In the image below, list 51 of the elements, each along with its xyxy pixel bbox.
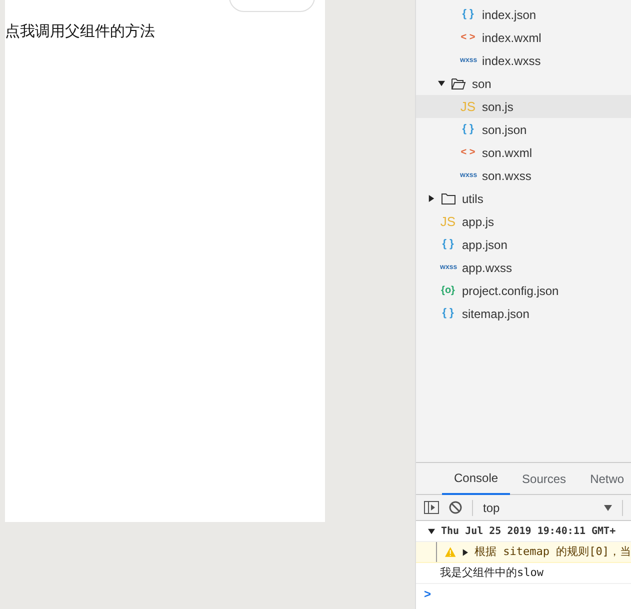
file-name: son.wxss (482, 168, 532, 184)
file-name: son.json (482, 122, 527, 138)
console-prompt[interactable]: > (424, 585, 432, 603)
folder-name: son (472, 76, 492, 92)
braces-icon: { } (440, 239, 456, 250)
log-timestamp: Thu Jul 25 2019 19:40:11 GMT+ (441, 524, 616, 538)
js-file-icon: JS (460, 100, 476, 113)
file-row[interactable]: JS son.js (416, 95, 631, 118)
config-file-icon: {o} (440, 286, 456, 296)
file-row[interactable]: {o} project.config.json (416, 279, 631, 302)
file-name: app.json (462, 236, 508, 254)
file-row[interactable]: { } sitemap.json (416, 302, 631, 325)
file-row[interactable]: JS app.js (416, 210, 631, 233)
file-name: index.wxml (482, 30, 542, 46)
open-folder-icon (451, 78, 466, 90)
file-name: son.wxml (482, 144, 532, 162)
file-name: son.js (482, 98, 514, 116)
angle-brackets-icon: < > (460, 148, 476, 158)
log-text: 我是父组件中的slow (440, 564, 544, 581)
file-name: sitemap.json (462, 306, 530, 322)
folder-row[interactable]: utils (416, 187, 631, 210)
file-row[interactable]: { } son.json (416, 118, 631, 141)
file-name: app.js (462, 214, 494, 230)
folder-icon (441, 192, 456, 204)
call-parent-method-text[interactable]: 点我调用父组件的方法 (5, 23, 155, 40)
braces-icon: { } (440, 308, 456, 319)
file-name: project.config.json (462, 282, 559, 300)
clear-icon[interactable] (449, 501, 462, 514)
sidebar-toggle-icon[interactable] (424, 501, 439, 514)
braces-icon: { } (460, 9, 476, 20)
file-row[interactable]: < > index.wxml (416, 26, 631, 49)
angle-brackets-icon: < > (460, 32, 476, 42)
folder-row[interactable]: son (416, 72, 631, 95)
caret-down-icon[interactable] (438, 80, 445, 87)
file-row[interactable]: { } app.json (416, 233, 631, 256)
warning-text: 根据 sitemap 的规则[0]，当 (474, 544, 631, 560)
file-name: app.wxss (462, 260, 512, 276)
folder-name: utils (462, 190, 484, 208)
file-name: index.json (482, 6, 536, 24)
braces-icon: { } (460, 124, 476, 135)
caret-down-icon[interactable] (428, 528, 435, 534)
file-row[interactable]: < > son.wxml (416, 141, 631, 164)
file-row[interactable]: { } index.json (416, 3, 631, 26)
caret-right-icon[interactable] (462, 548, 469, 556)
js-file-icon: JS (440, 215, 456, 228)
file-name: index.wxss (482, 52, 541, 70)
dropdown-arrow-icon (604, 504, 612, 510)
devtools-tab[interactable]: Sources (510, 462, 578, 494)
warning-icon (445, 547, 456, 557)
caret-right-icon[interactable] (428, 195, 435, 202)
devtools-tab[interactable]: Netwo (578, 462, 631, 494)
